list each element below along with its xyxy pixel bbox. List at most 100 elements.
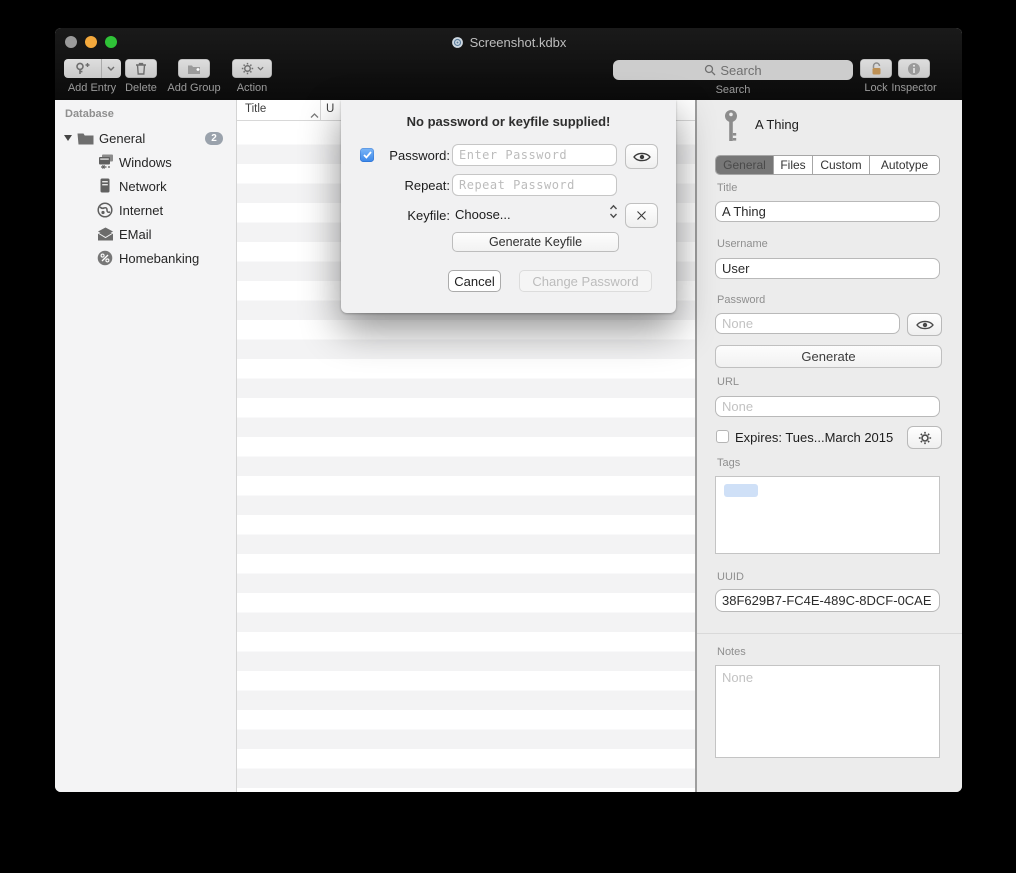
key-icon bbox=[723, 109, 739, 150]
key-plus-icon[interactable] bbox=[64, 59, 101, 78]
delete-group: Delete bbox=[124, 59, 158, 94]
chevron-down-icon bbox=[257, 66, 264, 71]
tab-custom[interactable]: Custom bbox=[813, 156, 870, 174]
notes-field-label: Notes bbox=[717, 646, 746, 658]
inspector-panel: A Thing General Files Custom Autotype Ti… bbox=[697, 100, 962, 792]
disclosure-triangle-icon[interactable] bbox=[61, 135, 75, 141]
uuid-field-label: UUID bbox=[717, 571, 744, 583]
password-input[interactable] bbox=[715, 313, 900, 334]
tab-general[interactable]: General bbox=[716, 156, 774, 174]
inspector-label: Inspector bbox=[891, 82, 936, 94]
sidebar-item-label: General bbox=[99, 131, 145, 146]
sidebar-item-email[interactable]: EMail bbox=[55, 222, 236, 246]
sidebar-item-internet[interactable]: Internet bbox=[55, 198, 236, 222]
username-input[interactable] bbox=[715, 258, 940, 279]
sidebar-item-windows[interactable]: Windows bbox=[55, 150, 236, 174]
lock-label: Lock bbox=[864, 82, 887, 94]
stepper-chevrons-icon[interactable] bbox=[609, 204, 618, 224]
globe-icon bbox=[95, 202, 115, 218]
cancel-button[interactable]: Cancel bbox=[448, 270, 501, 292]
sidebar-item-label: Homebanking bbox=[119, 251, 199, 266]
add-entry-group: Add Entry bbox=[66, 59, 118, 94]
folder-plus-icon bbox=[187, 63, 201, 75]
lock-group: Lock bbox=[862, 59, 890, 94]
action-group: Action bbox=[232, 59, 272, 94]
sidebar-item-homebanking[interactable]: Homebanking bbox=[55, 246, 236, 270]
window-chrome: Screenshot.kdbx Add Entry bbox=[55, 28, 962, 100]
network-icon bbox=[95, 178, 115, 194]
delete-label: Delete bbox=[125, 82, 157, 94]
add-entry-dropdown-arrow-icon[interactable] bbox=[101, 59, 121, 78]
sidebar-item-general[interactable]: General 2 bbox=[55, 126, 236, 150]
percent-icon bbox=[95, 250, 115, 266]
generate-password-button[interactable]: Generate bbox=[715, 345, 942, 368]
add-entry-button[interactable] bbox=[64, 59, 121, 78]
dialog-repeat-input[interactable] bbox=[452, 174, 617, 196]
notes-textarea[interactable] bbox=[715, 665, 940, 758]
expires-settings-button[interactable] bbox=[907, 426, 942, 449]
sidebar-item-label: EMail bbox=[119, 227, 152, 242]
search-input[interactable]: Search bbox=[613, 60, 853, 80]
minimize-button[interactable] bbox=[85, 36, 97, 48]
sidebar-item-label: Internet bbox=[119, 203, 163, 218]
search-label: Search bbox=[716, 84, 751, 96]
document-icon bbox=[451, 36, 464, 49]
sidebar-item-network[interactable]: Network bbox=[55, 174, 236, 198]
window-title: Screenshot.kdbx bbox=[451, 35, 567, 50]
add-group-group: Add Group bbox=[165, 59, 223, 94]
eye-icon bbox=[633, 151, 651, 163]
zoom-button[interactable] bbox=[105, 36, 117, 48]
change-password-button[interactable]: Change Password bbox=[519, 270, 652, 292]
tags-box[interactable] bbox=[715, 476, 940, 554]
inspector-button[interactable] bbox=[898, 59, 930, 78]
add-entry-label: Add Entry bbox=[68, 82, 116, 94]
keyfile-dropdown[interactable]: Choose... bbox=[455, 207, 511, 222]
lock-button[interactable] bbox=[860, 59, 892, 78]
section-divider bbox=[697, 633, 962, 634]
delete-button[interactable] bbox=[125, 59, 157, 78]
generate-keyfile-button[interactable]: Generate Keyfile bbox=[452, 232, 619, 252]
trash-icon bbox=[135, 62, 147, 75]
uuid-input[interactable] bbox=[715, 589, 940, 612]
app-window: Screenshot.kdbx Add Entry bbox=[55, 28, 962, 792]
gear-icon bbox=[241, 62, 254, 75]
reveal-password-button[interactable] bbox=[907, 313, 942, 336]
dialog-reveal-password-button[interactable] bbox=[625, 144, 658, 169]
gear-icon bbox=[918, 431, 932, 445]
add-group-label: Add Group bbox=[167, 82, 220, 94]
titlebar[interactable]: Screenshot.kdbx bbox=[55, 28, 962, 56]
entry-title: A Thing bbox=[755, 117, 799, 132]
column-divider[interactable] bbox=[320, 100, 321, 120]
add-group-button[interactable] bbox=[178, 59, 210, 78]
dialog-password-input[interactable] bbox=[452, 144, 617, 166]
clear-keyfile-button[interactable] bbox=[625, 203, 658, 228]
inspector-group: Inspector bbox=[889, 59, 939, 94]
tag-pill[interactable] bbox=[724, 484, 758, 497]
close-button[interactable] bbox=[65, 36, 77, 48]
eye-icon bbox=[916, 319, 934, 331]
title-field-label: Title bbox=[717, 182, 737, 194]
folder-icon bbox=[75, 132, 95, 145]
action-button[interactable] bbox=[232, 59, 272, 78]
tab-autotype[interactable]: Autotype bbox=[870, 156, 939, 174]
tags-field-label: Tags bbox=[717, 457, 740, 469]
window-title-text: Screenshot.kdbx bbox=[470, 35, 567, 50]
sidebar-group-list: General 2 Windows Network bbox=[55, 126, 236, 270]
traffic-lights bbox=[65, 36, 117, 48]
dialog-message: No password or keyfile supplied! bbox=[341, 114, 676, 129]
column-header-username[interactable]: U bbox=[326, 103, 334, 115]
dialog-keyfile-label: Keyfile: bbox=[361, 208, 450, 223]
column-header-title[interactable]: Title bbox=[245, 103, 266, 115]
expires-checkbox[interactable] bbox=[716, 430, 729, 443]
username-field-label: Username bbox=[717, 238, 768, 250]
sidebar-item-label: Network bbox=[119, 179, 167, 194]
sidebar: Database General 2 Windows bbox=[55, 100, 237, 792]
title-input[interactable] bbox=[715, 201, 940, 222]
close-x-icon bbox=[636, 210, 647, 221]
padlock-unlocked-icon bbox=[870, 62, 883, 76]
url-input[interactable] bbox=[715, 396, 940, 417]
info-circle-icon bbox=[907, 62, 921, 76]
url-field-label: URL bbox=[717, 376, 739, 388]
tab-files[interactable]: Files bbox=[774, 156, 813, 174]
magnifier-icon bbox=[704, 64, 716, 76]
